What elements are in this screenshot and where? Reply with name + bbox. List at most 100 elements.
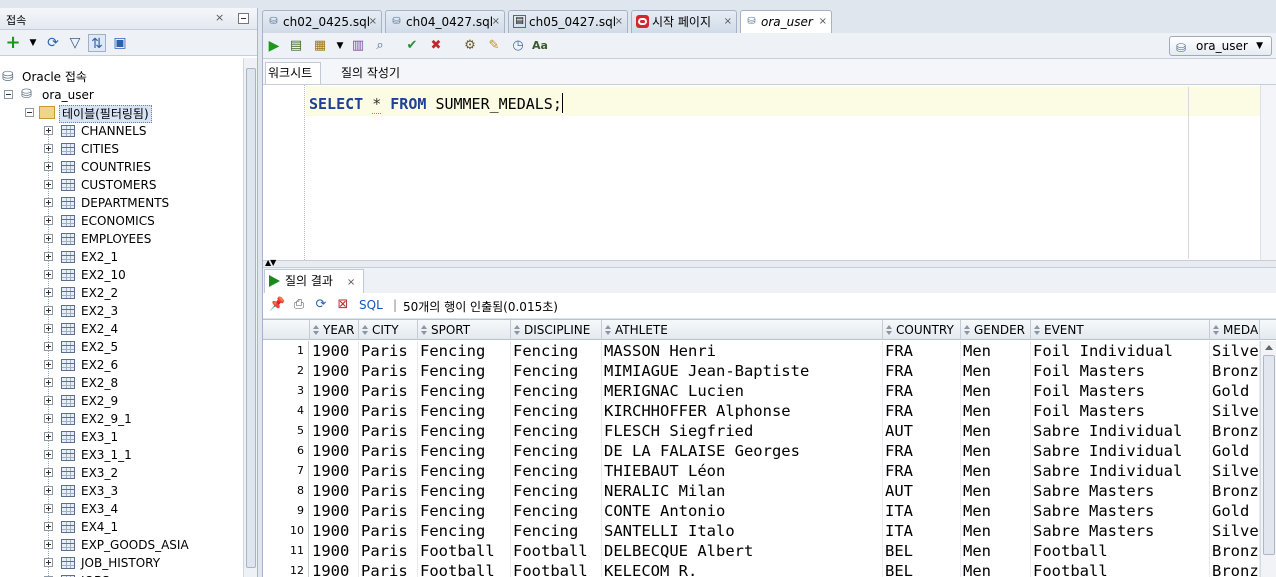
expand-icon[interactable] [44, 522, 53, 531]
expand-icon[interactable] [44, 126, 53, 135]
format-icon[interactable]: Aa [531, 37, 549, 55]
table-cell[interactable]: 1900 [310, 501, 359, 521]
refresh-icon[interactable]: ⟳ [44, 34, 62, 52]
table-row[interactable]: 4 1900 Paris Fencing Fencing KIRCHHOFFER Alph… [263, 401, 1276, 421]
commit-changes-icon[interactable]: ✔ [403, 37, 421, 55]
table-cell[interactable]: DE LA FALAISE Georges [602, 441, 883, 461]
tab-ora-user[interactable]: ⛁ ora_user × [740, 10, 832, 34]
expand-icon[interactable] [44, 396, 53, 405]
table-cell[interactable]: Fencing [511, 341, 602, 361]
table-cell[interactable]: Paris [359, 481, 418, 501]
table-row[interactable]: 12 1900 Paris Football Football KELECOM R. BEL… [263, 561, 1276, 577]
sort-icon[interactable] [1034, 325, 1041, 335]
sql-link[interactable]: SQL [359, 298, 383, 312]
table-cell[interactable]: Paris [359, 421, 418, 441]
filter-icon[interactable]: ▽ [66, 34, 84, 52]
table-cell[interactable]: 1900 [310, 461, 359, 481]
expand-icon[interactable] [44, 414, 53, 423]
table-cell[interactable]: Sabre Masters [1031, 481, 1210, 501]
table-cell[interactable]: 1900 [310, 361, 359, 381]
table-row[interactable]: 9 1900 Paris Fencing Fencing CONTE Antonio ITA… [263, 501, 1276, 521]
table-cell[interactable]: BEL [883, 541, 961, 561]
table-cell[interactable]: Foil Individual [1031, 341, 1210, 361]
table-cell[interactable]: Fencing [418, 481, 511, 501]
table-cell[interactable]: Paris [359, 401, 418, 421]
table-cell[interactable]: Fencing [511, 501, 602, 521]
table-cell[interactable]: FRA [883, 461, 961, 481]
sql-tuning-icon[interactable]: ⚙ [461, 37, 479, 55]
table-cell[interactable]: CONTE Antonio [602, 501, 883, 521]
close-icon[interactable]: × [215, 11, 224, 24]
table-cell[interactable]: Paris [359, 461, 418, 481]
table-cell[interactable]: FRA [883, 401, 961, 421]
run-statement-icon[interactable]: ▶ [265, 37, 283, 55]
table-cell[interactable]: KIRCHHOFFER Alphonse [602, 401, 883, 421]
close-icon[interactable]: × [347, 277, 355, 288]
table-cell[interactable]: Paris [359, 441, 418, 461]
table-cell[interactable]: Men [961, 421, 1031, 441]
table-row[interactable]: 5 1900 Paris Fencing Fencing FLESCH Siegfried… [263, 421, 1276, 441]
table-cell[interactable]: Paris [359, 541, 418, 561]
table-cell[interactable]: Men [961, 341, 1031, 361]
expand-icon[interactable] [44, 144, 53, 153]
table-cell[interactable]: Football [418, 561, 511, 577]
table-cell[interactable]: Men [961, 521, 1031, 541]
table-row[interactable]: 6 1900 Paris Fencing Fencing DE LA FALAISE Ge… [263, 441, 1276, 461]
table-cell[interactable]: Men [961, 361, 1031, 381]
table-cell[interactable]: Men [961, 541, 1031, 561]
table-cell[interactable]: Fencing [511, 441, 602, 461]
expand-icon[interactable] [44, 468, 53, 477]
expand-icon[interactable] [44, 324, 53, 333]
autotrace-icon[interactable]: ⌕ [371, 37, 389, 55]
sql-statement[interactable]: SELECT * FROM SUMMER_MEDALS; [309, 93, 563, 114]
column-header[interactable]: DISCIPLINE [511, 320, 602, 340]
table-cell[interactable]: AUT [883, 421, 961, 441]
tree-scrollbar[interactable] [243, 58, 257, 577]
table-cell[interactable]: Paris [359, 561, 418, 577]
schema-browser-icon[interactable]: ⇅ [88, 34, 106, 52]
table-cell[interactable]: 1900 [310, 541, 359, 561]
expand-icon[interactable] [44, 234, 53, 243]
table-cell[interactable]: MERIGNAC Lucien [602, 381, 883, 401]
expand-icon[interactable] [44, 378, 53, 387]
table-cell[interactable]: Silver [1210, 521, 1260, 541]
table-cell[interactable]: Sabre Individual [1031, 461, 1210, 481]
table-cell[interactable]: Men [961, 481, 1031, 501]
history-icon[interactable]: ◷ [509, 37, 527, 55]
add-connection-icon[interactable]: + [4, 34, 22, 52]
table-cell[interactable]: AUT [883, 481, 961, 501]
sql-editor[interactable]: SELECT * FROM SUMMER_MEDALS; [263, 85, 1276, 260]
expand-icon[interactable] [44, 360, 53, 369]
table-cell[interactable]: Silver [1210, 461, 1260, 481]
tab-worksheet[interactable]: 워크시트 [265, 62, 322, 84]
sort-icon[interactable] [421, 325, 428, 335]
table-cell[interactable]: DELBECQUE Albert [602, 541, 883, 561]
tab-start-page[interactable]: 시작 페이지 × [631, 10, 737, 33]
expand-icon[interactable] [44, 288, 53, 297]
scroll-up-icon[interactable] [1265, 345, 1273, 350]
expand-icon[interactable] [44, 198, 53, 207]
sort-icon[interactable] [362, 325, 369, 335]
table-cell[interactable]: Silver [1210, 401, 1260, 421]
column-header[interactable]: SPORT [418, 320, 511, 340]
table-row[interactable]: 7 1900 Paris Fencing Fencing THIEBAUT Léon FRA… [263, 461, 1276, 481]
table-cell[interactable]: Sabre Masters [1031, 501, 1210, 521]
sort-icon[interactable] [605, 325, 612, 335]
table-cell[interactable]: Fencing [418, 401, 511, 421]
table-cell[interactable]: 1900 [310, 401, 359, 421]
table-cell[interactable]: Men [961, 401, 1031, 421]
chevron-down-icon[interactable]: ▼ [24, 34, 42, 52]
expand-icon[interactable] [44, 252, 53, 261]
table-cell[interactable]: Foil Masters [1031, 361, 1210, 381]
table-cell[interactable]: Bronze [1210, 361, 1260, 381]
table-cell[interactable]: SANTELLI Italo [602, 521, 883, 541]
table-cell[interactable]: Men [961, 501, 1031, 521]
print-icon[interactable]: ⎙ [291, 297, 307, 313]
expand-icon[interactable] [44, 540, 53, 549]
table-cell[interactable]: Paris [359, 381, 418, 401]
table-cell[interactable]: Gold [1210, 441, 1260, 461]
cancel-icon[interactable]: ⊠ [335, 297, 351, 313]
table-cell[interactable]: 1900 [310, 421, 359, 441]
tab-query-builder[interactable]: 질의 작성기 [341, 64, 400, 81]
tab-ch02-sql[interactable]: ⛁ ch02_0425.sql × [262, 10, 382, 33]
